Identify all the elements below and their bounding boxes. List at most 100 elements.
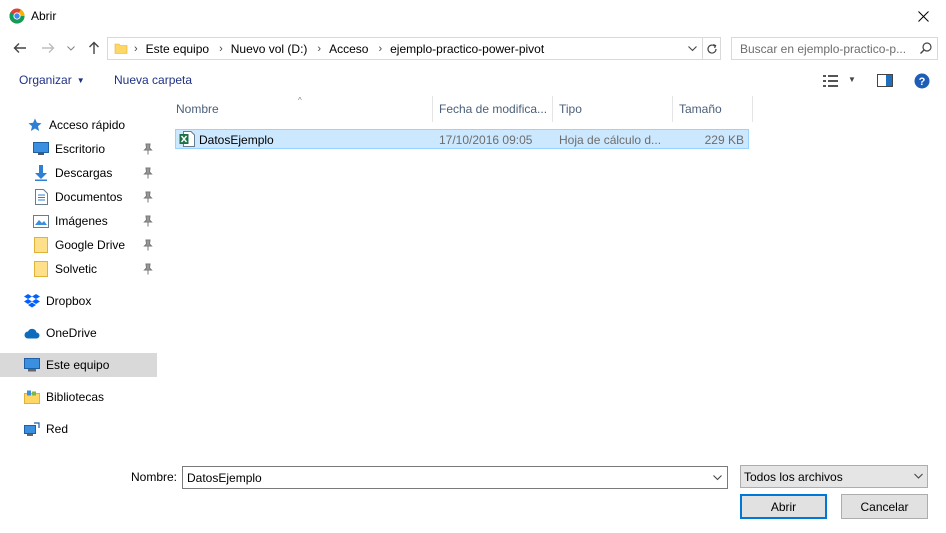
sidebar-item-label: Red	[46, 422, 69, 436]
sidebar-item-network[interactable]: Red	[0, 417, 157, 441]
open-button[interactable]: Abrir	[740, 494, 827, 519]
sidebar-item-desktop[interactable]: Escritorio	[0, 137, 157, 161]
download-arrow-icon	[33, 165, 49, 181]
up-button[interactable]	[84, 38, 104, 58]
file-date: 17/10/2016 09:05	[439, 133, 533, 147]
chrome-icon	[9, 8, 25, 24]
file-type: Hoja de cálculo d...	[559, 133, 662, 147]
column-header-label: Tipo	[559, 102, 582, 116]
command-bar: Organizar ▼ Nueva carpeta ▼ ?	[0, 66, 946, 96]
breadcrumb-item[interactable]: Este equipo	[146, 42, 209, 56]
pin-icon[interactable]	[143, 239, 153, 254]
sidebar-item-label: OneDrive	[46, 326, 97, 340]
search-icon	[920, 42, 932, 54]
navigation-pane: Acceso rápido Escritorio Descargas Docum…	[0, 96, 160, 456]
chevron-right-icon: ›	[317, 42, 322, 55]
pin-icon[interactable]	[143, 167, 153, 182]
chevron-down-icon	[914, 473, 923, 479]
sidebar-item-google-drive[interactable]: Google Drive	[0, 233, 157, 257]
cancel-button[interactable]: Cancelar	[841, 494, 928, 519]
recent-locations-button[interactable]	[64, 38, 78, 58]
column-header-size[interactable]: Tamaño	[673, 96, 753, 122]
sidebar-item-label: Descargas	[55, 166, 113, 180]
address-bar[interactable]: › Este equipo › Nuevo vol (D:) › Acceso …	[107, 37, 721, 60]
column-header-type[interactable]: Tipo	[553, 96, 673, 122]
sidebar-item-this-pc[interactable]: Este equipo	[0, 353, 157, 377]
sidebar-item-label: Escritorio	[55, 142, 106, 156]
triangle-down-icon[interactable]: ▼	[848, 75, 856, 84]
organize-button[interactable]: Organizar ▼	[19, 73, 85, 87]
dropbox-icon	[24, 293, 40, 309]
chevron-right-icon: ›	[378, 42, 383, 55]
libraries-icon	[24, 389, 40, 405]
window-title: Abrir	[31, 9, 57, 23]
arrow-right-icon	[42, 43, 55, 53]
filename-combobox	[182, 466, 728, 489]
sidebar-item-libraries[interactable]: Bibliotecas	[0, 385, 157, 409]
chevron-right-icon: ›	[134, 42, 138, 55]
pin-icon[interactable]	[143, 143, 153, 158]
svg-text:?: ?	[919, 76, 926, 88]
filename-input[interactable]	[183, 467, 703, 488]
search-input[interactable]	[732, 38, 910, 59]
folder-icon	[114, 43, 128, 54]
pictures-icon	[33, 213, 49, 229]
sidebar-item-label: Dropbox	[46, 294, 92, 308]
pin-icon[interactable]	[143, 191, 153, 206]
organize-label: Organizar	[19, 73, 72, 87]
file-row[interactable]: DatosEjemplo 17/10/2016 09:05 Hoja de cá…	[175, 129, 749, 149]
column-header-label: Tamaño	[679, 102, 722, 116]
sidebar-item-quick-access[interactable]: Acceso rápido	[0, 113, 157, 137]
sidebar-item-label: Google Drive	[55, 238, 126, 252]
arrow-left-icon	[13, 43, 26, 53]
chevron-down-icon	[712, 474, 722, 480]
close-icon	[917, 10, 929, 22]
file-list: ^ Nombre Fecha de modifica... Tipo Tamañ…	[170, 96, 946, 456]
breadcrumb-item[interactable]: ejemplo-practico-power-pivot	[390, 42, 544, 56]
forward-button[interactable]	[38, 38, 58, 58]
sidebar-item-label: Solvetic	[55, 262, 98, 276]
pin-icon[interactable]	[143, 263, 153, 278]
folder-icon	[33, 237, 49, 253]
sidebar-item-downloads[interactable]: Descargas	[0, 161, 157, 185]
file-type-select[interactable]: Todos los archivos	[740, 465, 928, 488]
chevron-down-icon	[687, 45, 697, 51]
new-folder-button[interactable]: Nueva carpeta	[114, 73, 192, 87]
desktop-icon	[33, 141, 49, 157]
sidebar-item-pictures[interactable]: Imágenes	[0, 209, 157, 233]
address-history-button[interactable]	[682, 38, 702, 59]
sidebar-item-label: Imágenes	[55, 214, 108, 228]
breadcrumb: › Este equipo › Nuevo vol (D:) › Acceso …	[134, 38, 554, 59]
breadcrumb-item[interactable]: Nuevo vol (D:)	[231, 42, 308, 56]
file-name: DatosEjemplo	[199, 133, 274, 147]
cloud-icon	[24, 325, 40, 341]
filename-label: Nombre:	[131, 470, 178, 484]
refresh-icon	[707, 43, 717, 54]
column-header-date[interactable]: Fecha de modifica...	[433, 96, 553, 122]
sidebar-item-label: Este equipo	[46, 358, 110, 372]
column-header-name[interactable]: Nombre	[170, 96, 433, 122]
filename-dropdown-button[interactable]	[707, 467, 727, 488]
column-header-label: Nombre	[176, 102, 219, 116]
file-type-value: Todos los archivos	[744, 470, 843, 484]
view-options-icon[interactable]	[823, 74, 839, 88]
sidebar-item-label: Acceso rápido	[49, 118, 126, 132]
sidebar-item-onedrive[interactable]: OneDrive	[0, 321, 157, 345]
sidebar-item-label: Documentos	[55, 190, 123, 204]
sidebar-item-dropbox[interactable]: Dropbox	[0, 289, 157, 313]
sidebar-item-documents[interactable]: Documentos	[0, 185, 157, 209]
pin-icon[interactable]	[143, 215, 153, 230]
refresh-button[interactable]	[702, 38, 721, 59]
sidebar-item-solvetic[interactable]: Solvetic	[0, 257, 157, 281]
close-button[interactable]	[900, 0, 946, 32]
star-icon	[27, 117, 43, 133]
help-icon[interactable]: ?	[914, 73, 930, 89]
breadcrumb-item[interactable]: Acceso	[329, 42, 368, 56]
dialog-footer: Nombre: Todos los archivos Abrir Cancela…	[0, 456, 946, 533]
back-button[interactable]	[10, 38, 30, 58]
sidebar-item-label: Bibliotecas	[46, 390, 105, 404]
triangle-down-icon: ▼	[76, 76, 85, 85]
preview-pane-icon[interactable]	[877, 74, 893, 88]
chevron-down-icon	[67, 45, 75, 51]
title-bar: Abrir	[0, 0, 946, 32]
